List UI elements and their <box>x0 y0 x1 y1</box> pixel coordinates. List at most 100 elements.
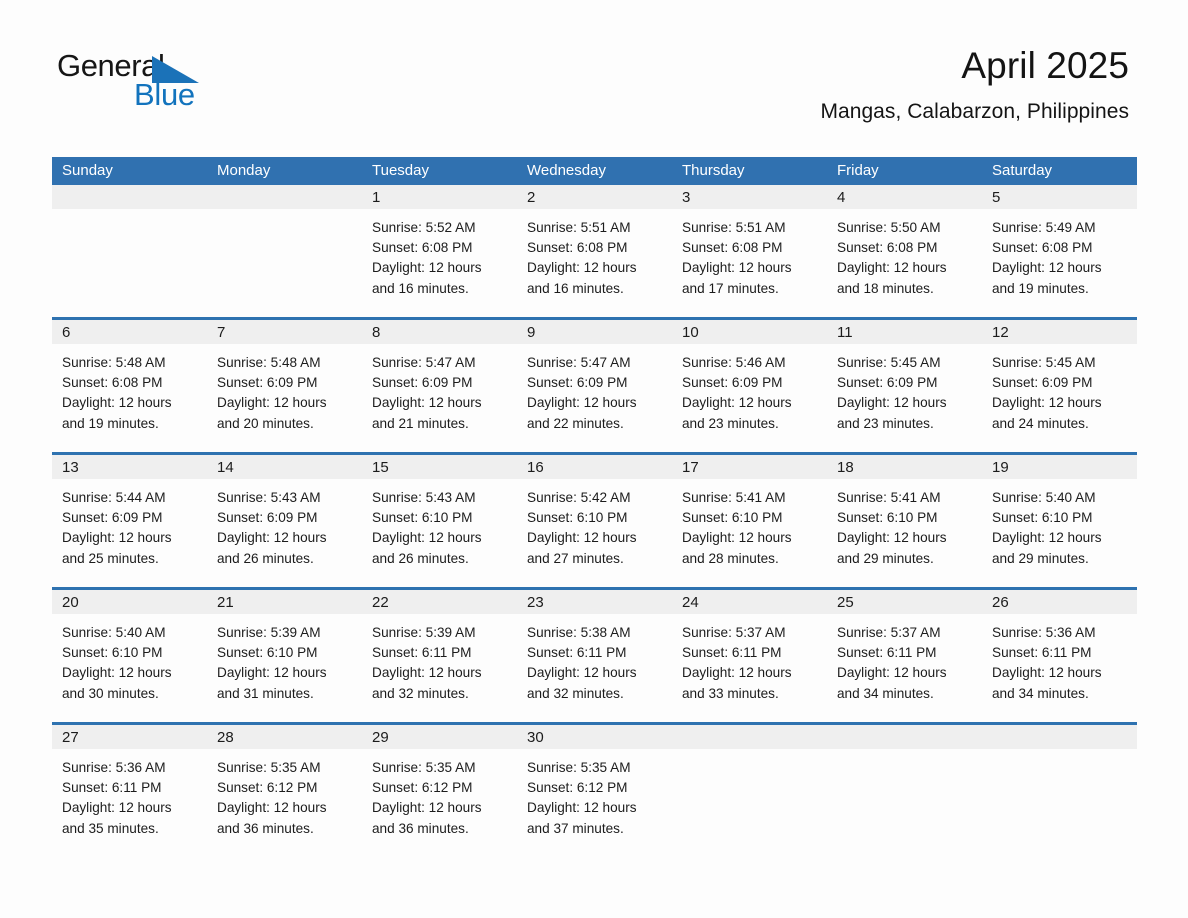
generalblue-logo[interactable]: General Blue <box>57 50 257 112</box>
daylight-text: Daylight: 12 hours and 33 minutes. <box>682 665 792 701</box>
calendar-day-cell[interactable]: 7 Sunrise: 5:48 AM Sunset: 6:09 PM Daylight… <box>207 320 362 452</box>
date-band: 16 <box>517 455 672 479</box>
daylight-text: Daylight: 12 hours and 16 minutes. <box>527 260 637 296</box>
date-number: 13 <box>62 459 79 476</box>
calendar-day-cell[interactable]: 22 Sunrise: 5:39 AM Sunset: 6:11 PM Dayligh… <box>362 590 517 722</box>
calendar-empty-cell <box>827 725 982 853</box>
sunrise-text: Sunrise: 5:44 AM <box>62 490 166 505</box>
calendar-day-cell[interactable]: 26 Sunrise: 5:36 AM Sunset: 6:11 PM Dayligh… <box>982 590 1137 722</box>
calendar-weeks: 1 Sunrise: 5:52 AM Sunset: 6:08 PM Daylight… <box>52 185 1137 853</box>
daylight-text: Daylight: 12 hours and 28 minutes. <box>682 530 792 566</box>
daylight-text: Daylight: 12 hours and 21 minutes. <box>372 395 482 431</box>
date-number: 1 <box>372 189 381 206</box>
sunrise-text: Sunrise: 5:41 AM <box>837 490 941 505</box>
calendar-day-cell[interactable]: 29 Sunrise: 5:35 AM Sunset: 6:12 PM Dayligh… <box>362 725 517 853</box>
day-details: Sunrise: 5:47 AM Sunset: 6:09 PM Daylight:… <box>362 344 517 434</box>
daylight-text: Daylight: 12 hours and 17 minutes. <box>682 260 792 296</box>
day-details: Sunrise: 5:44 AM Sunset: 6:09 PM Daylight:… <box>52 479 207 569</box>
calendar-day-cell[interactable]: 8 Sunrise: 5:47 AM Sunset: 6:09 PM Daylight… <box>362 320 517 452</box>
sunrise-text: Sunrise: 5:35 AM <box>527 760 631 775</box>
daylight-text: Daylight: 12 hours and 23 minutes. <box>682 395 792 431</box>
date-number: 11 <box>837 324 853 341</box>
date-band: 1 <box>362 185 517 209</box>
calendar-day-cell[interactable]: 11 Sunrise: 5:45 AM Sunset: 6:09 PM Dayligh… <box>827 320 982 452</box>
sunset-text: Sunset: 6:09 PM <box>217 375 318 391</box>
calendar-day-cell[interactable]: 21 Sunrise: 5:39 AM Sunset: 6:10 PM Dayligh… <box>207 590 362 722</box>
date-number: 27 <box>62 729 79 746</box>
date-number: 3 <box>682 189 691 206</box>
weekday-header-saturday: Saturday <box>992 162 1053 179</box>
date-number: 4 <box>837 189 846 206</box>
sunrise-text: Sunrise: 5:43 AM <box>372 490 476 505</box>
date-number: 14 <box>217 459 234 476</box>
calendar-day-cell[interactable]: 20 Sunrise: 5:40 AM Sunset: 6:10 PM Dayligh… <box>52 590 207 722</box>
date-band: 24 <box>672 590 827 614</box>
calendar-day-cell[interactable]: 13 Sunrise: 5:44 AM Sunset: 6:09 PM Dayligh… <box>52 455 207 587</box>
date-band: 29 <box>362 725 517 749</box>
day-details: Sunrise: 5:43 AM Sunset: 6:10 PM Daylight:… <box>362 479 517 569</box>
daylight-text: Daylight: 12 hours and 20 minutes. <box>217 395 327 431</box>
sunrise-text: Sunrise: 5:37 AM <box>837 625 941 640</box>
calendar-day-cell[interactable]: 23 Sunrise: 5:38 AM Sunset: 6:11 PM Dayligh… <box>517 590 672 722</box>
day-details: Sunrise: 5:38 AM Sunset: 6:11 PM Daylight:… <box>517 614 672 704</box>
calendar-day-cell[interactable]: 14 Sunrise: 5:43 AM Sunset: 6:09 PM Dayligh… <box>207 455 362 587</box>
sunrise-text: Sunrise: 5:48 AM <box>62 355 166 370</box>
sunset-text: Sunset: 6:08 PM <box>372 240 473 256</box>
calendar-day-cell[interactable]: 3 Sunrise: 5:51 AM Sunset: 6:08 PM Daylight… <box>672 185 827 317</box>
date-number: 20 <box>62 594 79 611</box>
sunset-text: Sunset: 6:10 PM <box>682 510 783 526</box>
date-band: 13 <box>52 455 207 479</box>
date-number: 19 <box>992 459 1009 476</box>
calendar-day-cell[interactable]: 1 Sunrise: 5:52 AM Sunset: 6:08 PM Daylight… <box>362 185 517 317</box>
day-details: Sunrise: 5:47 AM Sunset: 6:09 PM Daylight:… <box>517 344 672 434</box>
calendar-day-cell[interactable]: 25 Sunrise: 5:37 AM Sunset: 6:11 PM Dayligh… <box>827 590 982 722</box>
calendar-day-cell[interactable]: 4 Sunrise: 5:50 AM Sunset: 6:08 PM Daylight… <box>827 185 982 317</box>
date-band: 20 <box>52 590 207 614</box>
calendar-day-cell[interactable]: 9 Sunrise: 5:47 AM Sunset: 6:09 PM Daylight… <box>517 320 672 452</box>
calendar-day-cell[interactable]: 10 Sunrise: 5:46 AM Sunset: 6:09 PM Dayligh… <box>672 320 827 452</box>
calendar-day-cell[interactable]: 5 Sunrise: 5:49 AM Sunset: 6:08 PM Daylight… <box>982 185 1137 317</box>
weekday-header-tuesday: Tuesday <box>372 162 429 179</box>
sunset-text: Sunset: 6:11 PM <box>62 780 162 796</box>
sunrise-text: Sunrise: 5:35 AM <box>372 760 476 775</box>
calendar-day-cell[interactable]: 16 Sunrise: 5:42 AM Sunset: 6:10 PM Dayligh… <box>517 455 672 587</box>
calendar-day-cell[interactable]: 18 Sunrise: 5:41 AM Sunset: 6:10 PM Dayligh… <box>827 455 982 587</box>
calendar-day-cell[interactable]: 6 Sunrise: 5:48 AM Sunset: 6:08 PM Daylight… <box>52 320 207 452</box>
calendar-day-cell[interactable]: 12 Sunrise: 5:45 AM Sunset: 6:09 PM Dayligh… <box>982 320 1137 452</box>
date-band: 30 <box>517 725 672 749</box>
sunrise-text: Sunrise: 5:37 AM <box>682 625 786 640</box>
daylight-text: Daylight: 12 hours and 24 minutes. <box>992 395 1102 431</box>
date-number: 9 <box>527 324 536 341</box>
sunrise-text: Sunrise: 5:38 AM <box>527 625 631 640</box>
calendar-day-cell[interactable]: 28 Sunrise: 5:35 AM Sunset: 6:12 PM Dayligh… <box>207 725 362 853</box>
date-band: 5 <box>982 185 1137 209</box>
sunrise-text: Sunrise: 5:49 AM <box>992 220 1096 235</box>
calendar-week-row: 27 Sunrise: 5:36 AM Sunset: 6:11 PM Dayligh… <box>52 722 1137 853</box>
daylight-text: Daylight: 12 hours and 32 minutes. <box>527 665 637 701</box>
calendar-day-cell[interactable]: 17 Sunrise: 5:41 AM Sunset: 6:10 PM Dayligh… <box>672 455 827 587</box>
calendar-page: General Blue April 2025 Mangas, Calabarz… <box>0 0 1188 918</box>
daylight-text: Daylight: 12 hours and 19 minutes. <box>992 260 1102 296</box>
sunset-text: Sunset: 6:09 PM <box>217 510 318 526</box>
date-band: 9 <box>517 320 672 344</box>
date-number: 25 <box>837 594 854 611</box>
sunrise-text: Sunrise: 5:47 AM <box>527 355 631 370</box>
sunset-text: Sunset: 6:08 PM <box>992 240 1093 256</box>
day-details: Sunrise: 5:35 AM Sunset: 6:12 PM Daylight:… <box>362 749 517 839</box>
calendar-day-cell[interactable]: 30 Sunrise: 5:35 AM Sunset: 6:12 PM Dayligh… <box>517 725 672 853</box>
date-number: 18 <box>837 459 854 476</box>
day-details: Sunrise: 5:40 AM Sunset: 6:10 PM Daylight:… <box>52 614 207 704</box>
calendar-day-cell[interactable]: 24 Sunrise: 5:37 AM Sunset: 6:11 PM Dayligh… <box>672 590 827 722</box>
day-details: Sunrise: 5:39 AM Sunset: 6:11 PM Daylight:… <box>362 614 517 704</box>
date-number: 15 <box>372 459 389 476</box>
daylight-text: Daylight: 12 hours and 29 minutes. <box>992 530 1102 566</box>
calendar-table: Sunday Monday Tuesday Wednesday Thursday Frid… <box>52 157 1137 853</box>
sunrise-text: Sunrise: 5:52 AM <box>372 220 476 235</box>
calendar-day-cell[interactable]: 19 Sunrise: 5:40 AM Sunset: 6:10 PM Dayligh… <box>982 455 1137 587</box>
calendar-day-cell[interactable]: 27 Sunrise: 5:36 AM Sunset: 6:11 PM Dayligh… <box>52 725 207 853</box>
date-band: 14 <box>207 455 362 479</box>
sunset-text: Sunset: 6:09 PM <box>527 375 628 391</box>
calendar-day-cell[interactable]: 15 Sunrise: 5:43 AM Sunset: 6:10 PM Dayligh… <box>362 455 517 587</box>
calendar-day-cell[interactable]: 2 Sunrise: 5:51 AM Sunset: 6:08 PM Daylight… <box>517 185 672 317</box>
daylight-text: Daylight: 12 hours and 23 minutes. <box>837 395 947 431</box>
